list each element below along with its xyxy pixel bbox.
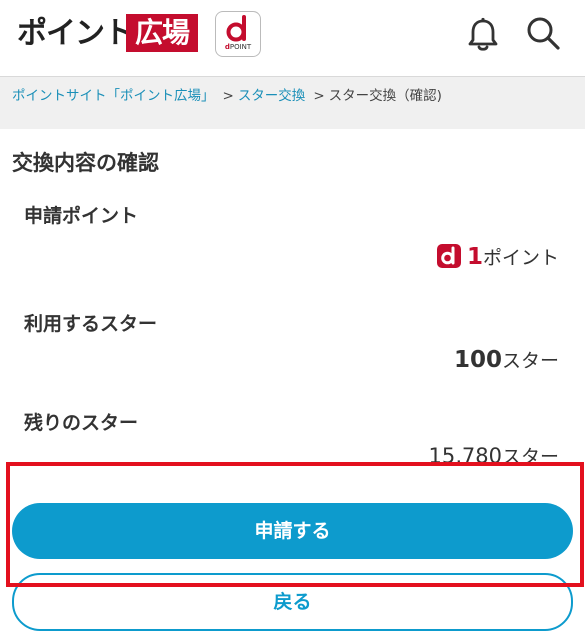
dpoint-icon — [436, 244, 461, 268]
main-content: 交換内容の確認 申請ポイント 1ポイント 利用するスター 100スター 残りのス… — [0, 129, 585, 641]
breadcrumb-link-point-site[interactable]: ポイントサイト「ポイント広場」 — [12, 88, 215, 104]
dpoint-badge[interactable]: dPOINT — [215, 11, 261, 57]
dpoint-badge-caption: dPOINT — [224, 43, 252, 51]
breadcrumb: ポイントサイト「ポイント広場」 > スター交換 > スター交換（確認) — [12, 86, 442, 106]
stars-used-number: 100 — [453, 347, 502, 373]
breadcrumb-current: スター交換（確認) — [328, 88, 442, 104]
logo-box[interactable]: 広場 — [126, 14, 198, 52]
breadcrumb-bar: ポイントサイト「ポイント広場」 > スター交換 > スター交換（確認) — [0, 77, 585, 129]
remaining-stars-label: 残りのスター — [24, 412, 139, 434]
stars-used-value: 100スター — [454, 345, 559, 377]
remaining-stars-value: 15,780スター — [429, 441, 560, 473]
remaining-stars-number: 15,780 — [428, 444, 502, 468]
requested-points-unit: ポイント — [482, 247, 559, 269]
requested-points-value: 1ポイント — [436, 242, 559, 274]
bell-icon[interactable] — [466, 16, 500, 52]
search-icon[interactable] — [525, 15, 561, 51]
stars-used-label: 利用するスター — [24, 313, 158, 335]
remaining-stars-unit: スター — [501, 446, 559, 468]
logo-text[interactable]: ポイント — [17, 14, 134, 54]
dpoint-logo-icon — [226, 15, 246, 42]
apply-button[interactable]: 申請する — [12, 503, 573, 559]
stars-used-unit: スター — [501, 350, 559, 372]
breadcrumb-separator: > — [222, 88, 234, 104]
header: ポイント 広場 dPOINT — [0, 0, 585, 77]
breadcrumb-separator: > — [313, 88, 325, 104]
breadcrumb-link-star-exchange[interactable]: スター交換 — [238, 88, 306, 104]
back-button[interactable]: 戻る — [12, 573, 573, 631]
requested-points-number: 1 — [466, 244, 483, 270]
requested-points-label: 申請ポイント — [24, 205, 139, 227]
page-title: 交換内容の確認 — [12, 151, 159, 175]
